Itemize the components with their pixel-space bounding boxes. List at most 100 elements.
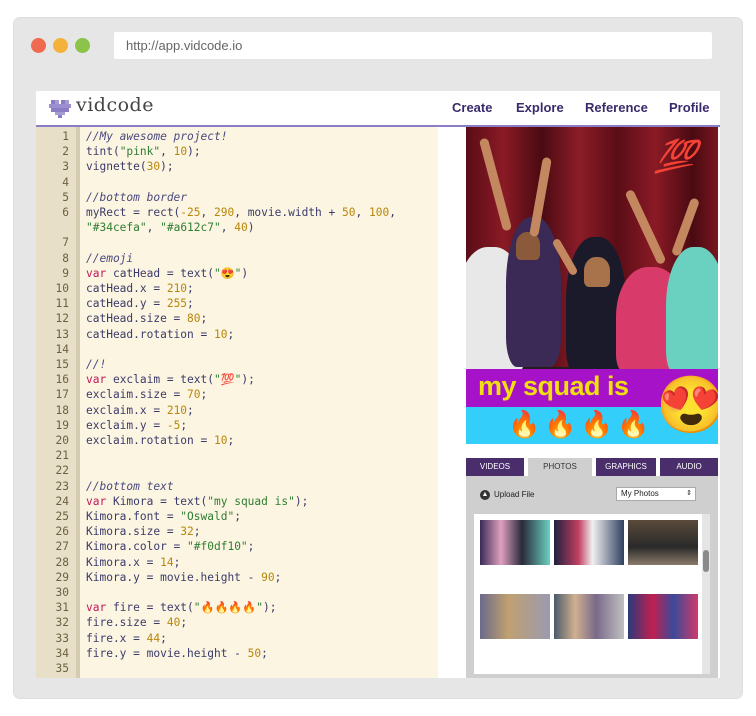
line-number: 29 [55, 570, 69, 584]
code-line[interactable]: 8 //emoji [36, 251, 438, 266]
line-text: var exclaim = text("💯"); [86, 373, 255, 387]
code-line[interactable]: 32 fire.size = 40; [36, 615, 438, 630]
code-line[interactable]: 20 exclaim.rotation = 10; [36, 433, 438, 448]
line-number: 9 [62, 266, 69, 280]
line-number: 17 [55, 388, 69, 402]
line-number: 20 [55, 434, 69, 447]
code-line[interactable]: 22 [36, 463, 438, 478]
code-line[interactable]: 17 exclaim.size = 70; [36, 387, 438, 402]
face [516, 232, 540, 260]
code-line[interactable]: 7"#34cefa", "#a612c7", 40) [36, 220, 438, 235]
close-window-button[interactable] [31, 38, 46, 53]
code-line[interactable]: 24 var Kimora = text("my squad is"); [36, 494, 438, 509]
face [584, 257, 610, 287]
address-bar[interactable]: http://app.vidcode.io [114, 32, 712, 59]
code-line[interactable]: 5 //bottom border [36, 190, 438, 205]
nav-profile[interactable]: Profile [669, 100, 709, 115]
nav-reference[interactable]: Reference [585, 100, 648, 115]
photo-thumbnail[interactable] [480, 520, 550, 565]
code-line[interactable]: 13 catHead.rotation = 10; [36, 327, 438, 342]
code-line[interactable]: 3 vignette(30); [36, 159, 438, 174]
tab-audio[interactable]: AUDIO [660, 458, 718, 476]
line-text: "#34cefa", "#a612c7", 40) [86, 221, 255, 235]
code-editor[interactable]: 1 //My awesome project! 2 tint("pink", 10);… [36, 127, 438, 678]
overlay-text: my squad is [478, 371, 629, 401]
line-text: exclaim.y = -5; [86, 418, 188, 432]
code-line[interactable]: 10 catHead.x = 210; [36, 281, 438, 296]
tab-photos[interactable]: PHOTOS [528, 458, 592, 476]
line-text: catHead.x = 210; [86, 282, 194, 295]
code-line[interactable]: 28 Kimora.x = 14; [36, 555, 438, 570]
photo-thumbnail[interactable] [480, 594, 550, 639]
code-line[interactable]: 1 //My awesome project! [36, 129, 438, 144]
code-line[interactable]: 2 tint("pink", 10); [36, 144, 438, 159]
code-line[interactable]: 15 //! [36, 357, 438, 372]
line-text: myRect = rect(-25, 290, movie.width + 50… [86, 206, 396, 219]
code-line[interactable]: 14 [36, 342, 438, 357]
media-tabs: VIDEOS PHOTOS GRAPHICS AUDIO [466, 458, 718, 476]
code-line[interactable]: 26 Kimora.size = 32; [36, 524, 438, 539]
upload-file-button[interactable]: Upload File [494, 490, 534, 500]
line-text: fire.size = 40; [86, 616, 188, 630]
scrollbar-thumb[interactable] [703, 550, 709, 572]
code-line[interactable]: 30 [36, 585, 438, 600]
person-figure [666, 247, 718, 377]
code-line[interactable]: 6 myRect = rect(-25, 290, movie.width + 5… [36, 205, 438, 220]
photo-thumbnail[interactable] [628, 594, 698, 639]
line-text: fire.y = movie.height - 50; [86, 646, 268, 660]
photo-thumbnail[interactable] [628, 520, 698, 565]
top-nav: vidcode Create Explore Reference Profile [36, 91, 720, 127]
code-line[interactable]: 12 catHead.size = 80; [36, 311, 438, 326]
line-text: Kimora.font = "Oswald"; [86, 510, 241, 523]
tab-graphics[interactable]: GRAPHICS [596, 458, 656, 476]
code-line[interactable]: 7 [36, 235, 438, 250]
video-preview[interactable]: 💯 my squad is 🔥🔥🔥🔥 😍 [466, 127, 718, 444]
photo-grid-scrollbar[interactable] [702, 514, 710, 674]
line-number: 26 [55, 525, 69, 539]
code-line[interactable]: 34 fire.y = movie.height - 50; [36, 646, 438, 661]
code-line[interactable]: 23 //bottom text [36, 479, 438, 494]
line-number: 30 [55, 586, 69, 599]
code-line[interactable]: 25 Kimora.font = "Oswald"; [36, 509, 438, 524]
code-line[interactable]: 19 exclaim.y = -5; [36, 418, 438, 433]
code-line[interactable]: 16 var exclaim = text("💯"); [36, 372, 438, 387]
select-value: My Photos [621, 489, 659, 498]
chevron-up-icon[interactable]: ▲ [480, 490, 490, 500]
tab-videos[interactable]: VIDEOS [466, 458, 524, 476]
code-line[interactable]: 21 [36, 448, 438, 463]
line-text: exclaim.size = 70; [86, 388, 208, 402]
line-text: var Kimora = text("my squad is"); [86, 494, 309, 508]
code-line[interactable]: 4 [36, 175, 438, 190]
code-line[interactable]: 29 Kimora.y = movie.height - 90; [36, 570, 438, 585]
line-number: 18 [55, 403, 69, 417]
code-line[interactable]: 11 catHead.y = 255; [36, 296, 438, 311]
browser-window: http://app.vidcode.io vidcode Create Exp… [14, 18, 742, 698]
code-line[interactable]: 35 [36, 661, 438, 676]
line-number: 35 [55, 662, 69, 675]
code-line[interactable]: 9 var catHead = text("😍") [36, 266, 438, 281]
line-text: //emoji [86, 251, 134, 265]
line-number: 4 [62, 175, 69, 189]
vidcode-app: vidcode Create Explore Reference Profile… [36, 91, 720, 678]
line-number: 13 [55, 327, 69, 341]
line-text: vignette(30); [86, 160, 174, 174]
line-text: Kimora.y = movie.height - 90; [86, 570, 282, 584]
photo-thumbnail[interactable] [554, 520, 624, 565]
nav-explore[interactable]: Explore [516, 100, 564, 115]
photo-library-select[interactable]: My Photos ⇕ [616, 487, 696, 501]
code-line[interactable]: 33 fire.x = 44; [36, 631, 438, 646]
media-panel: VIDEOS PHOTOS GRAPHICS AUDIO ▲ Upload Fi… [466, 458, 718, 678]
line-number: 14 [55, 342, 69, 356]
heart-eyes-emoji: 😍 [656, 373, 718, 436]
photo-thumbnail[interactable] [554, 594, 624, 639]
brand-name[interactable]: vidcode [76, 94, 154, 116]
code-line[interactable]: 31 var fire = text("🔥🔥🔥🔥"); [36, 600, 438, 615]
line-number: 6 [62, 206, 69, 219]
maximize-window-button[interactable] [75, 38, 90, 53]
minimize-window-button[interactable] [53, 38, 68, 53]
code-line[interactable]: 27 Kimora.color = "#f0df10"; [36, 539, 438, 554]
updown-chevron-icon: ⇕ [686, 490, 692, 497]
nav-create[interactable]: Create [452, 100, 492, 115]
line-number: 31 [55, 601, 69, 615]
code-line[interactable]: 18 exclaim.x = 210; [36, 403, 438, 418]
